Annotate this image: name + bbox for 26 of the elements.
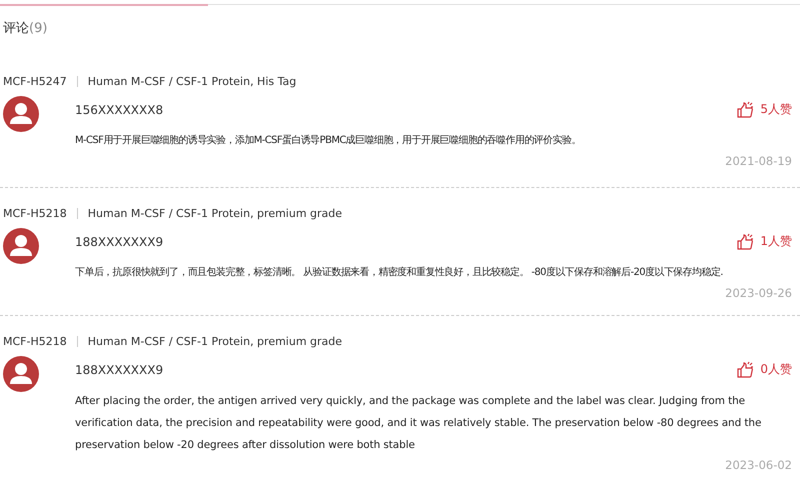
product-code: MCF-H5247	[3, 75, 67, 88]
product-code: MCF-H5218	[3, 335, 67, 348]
thumbs-up-icon	[737, 101, 754, 118]
avatar-icon	[3, 228, 39, 264]
comment-text: 下单后，抗原很快就到了，而且包装完整，标签清晰。 从验证数据来看，精密度和重复性良好，且比较稳定。 -80度以下保存和溶解后-20度以下保存均稳定.	[75, 266, 724, 280]
thumbs-up-icon	[737, 233, 754, 250]
comment-date: 2023-09-26	[725, 286, 792, 300]
comment-date: 2023-06-02	[725, 458, 792, 472]
product-name: Human M-CSF / CSF-1 Protein, His Tag	[88, 75, 296, 88]
user-name: 188XXXXXXX9	[75, 362, 164, 376]
avatar-icon	[3, 356, 39, 392]
product-name: Human M-CSF / CSF-1 Protein, premium grade	[88, 207, 342, 220]
comment-text: After placing the order, the antigen arrived very quickly, and the package was complete and the label was clear. Judging from the verification data, the precision and repeatability were good, and it was relatively stable. The preservation below -80 degrees and the preservation below -20 degrees after dissolution were both stable	[75, 394, 762, 453]
like-button[interactable]: 5人赞	[737, 101, 792, 118]
thumbs-up-icon	[737, 361, 754, 378]
user-name: 156XXXXXXX8	[75, 102, 164, 116]
comment-date: 2021-08-19	[725, 154, 792, 168]
product-code: MCF-H5218	[3, 207, 67, 220]
comment-count: (9)	[29, 21, 48, 36]
comment-text: M-CSF用于开展巨噬细胞的诱导实验，添加M-CSF蛋白诱导PBMC成巨噬细胞，用于开展巨噬细胞的吞噬作用的评价实验。	[75, 134, 582, 148]
product-name: Human M-CSF / CSF-1 Protein, premium grade	[88, 335, 342, 348]
user-name: 188XXXXXXX9	[75, 234, 164, 248]
section-title: 评论	[3, 21, 29, 36]
like-button[interactable]: 1人赞	[737, 233, 792, 250]
avatar-icon	[3, 96, 39, 132]
like-button[interactable]: 0人赞	[737, 361, 792, 378]
